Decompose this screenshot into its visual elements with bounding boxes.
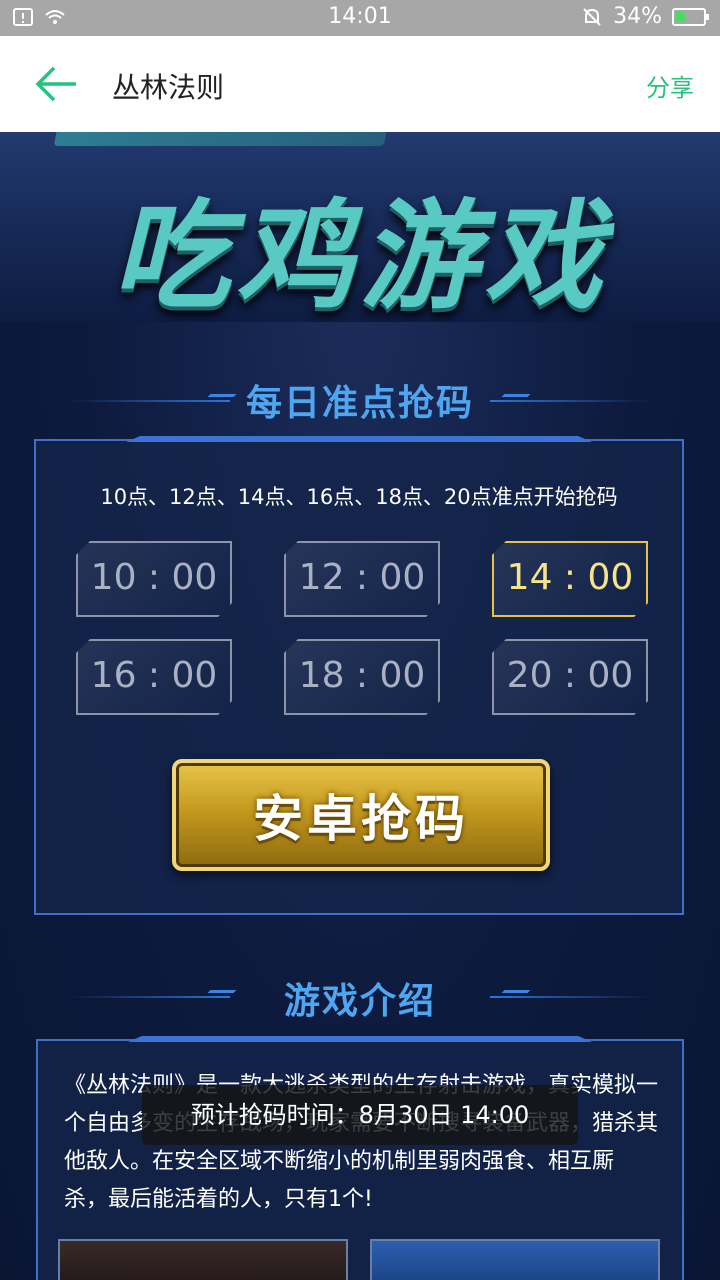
android-grab-code-button[interactable]: 安卓抢码 <box>172 759 550 871</box>
screenshot-thumbnail[interactable] <box>370 1239 660 1280</box>
time-slot-20[interactable]: 20 : 00 <box>492 639 648 715</box>
panel-top-accent <box>126 436 592 442</box>
schedule-text: 10点、12点、14点、16点、18点、20点准点开始抢码 <box>100 485 618 509</box>
divider-right <box>490 400 650 402</box>
back-arrow-icon[interactable] <box>32 62 80 106</box>
time-slot-16[interactable]: 16 : 00 <box>76 639 232 715</box>
status-right-icons: 34% <box>581 4 709 29</box>
banner-graphic <box>53 132 397 146</box>
section-title-intro: 游戏介绍 <box>283 981 436 1022</box>
share-button[interactable]: 分享 <box>646 68 694 103</box>
page-title: 丛林法则 <box>112 71 225 104</box>
daily-grab-panel: 10点、12点、14点、16点、18点、20点准点开始抢码 10 : 00 12… <box>34 436 684 915</box>
time-slot-10[interactable]: 10 : 00 <box>76 541 232 617</box>
status-bar: 14:01 34% <box>0 0 720 36</box>
toast-message: 预计抢码时间：8月30日 14:00 <box>142 1085 578 1145</box>
mute-bell-icon <box>583 7 601 26</box>
time-slot-18[interactable]: 18 : 00 <box>284 639 440 715</box>
battery-percent: 34% <box>613 4 662 29</box>
game-banner: 吃鸡游戏 <box>0 132 720 322</box>
divider-right <box>490 996 650 998</box>
battery-icon <box>672 7 709 26</box>
app-bar: 丛林法则 分享 <box>0 36 720 132</box>
banner-title: 吃鸡游戏 <box>111 187 608 322</box>
game-intro-panel: 《丛林法则》是一款大逃杀类型的生存射击游戏，真实模拟一个自由多变的生存战场，玩家… <box>36 1036 684 1280</box>
screenshot-thumbnail[interactable] <box>58 1239 348 1280</box>
time-slot-14[interactable]: 14 : 00 <box>492 541 648 617</box>
panel-top-accent <box>128 1036 592 1042</box>
time-slot-12[interactable]: 12 : 00 <box>284 541 440 617</box>
